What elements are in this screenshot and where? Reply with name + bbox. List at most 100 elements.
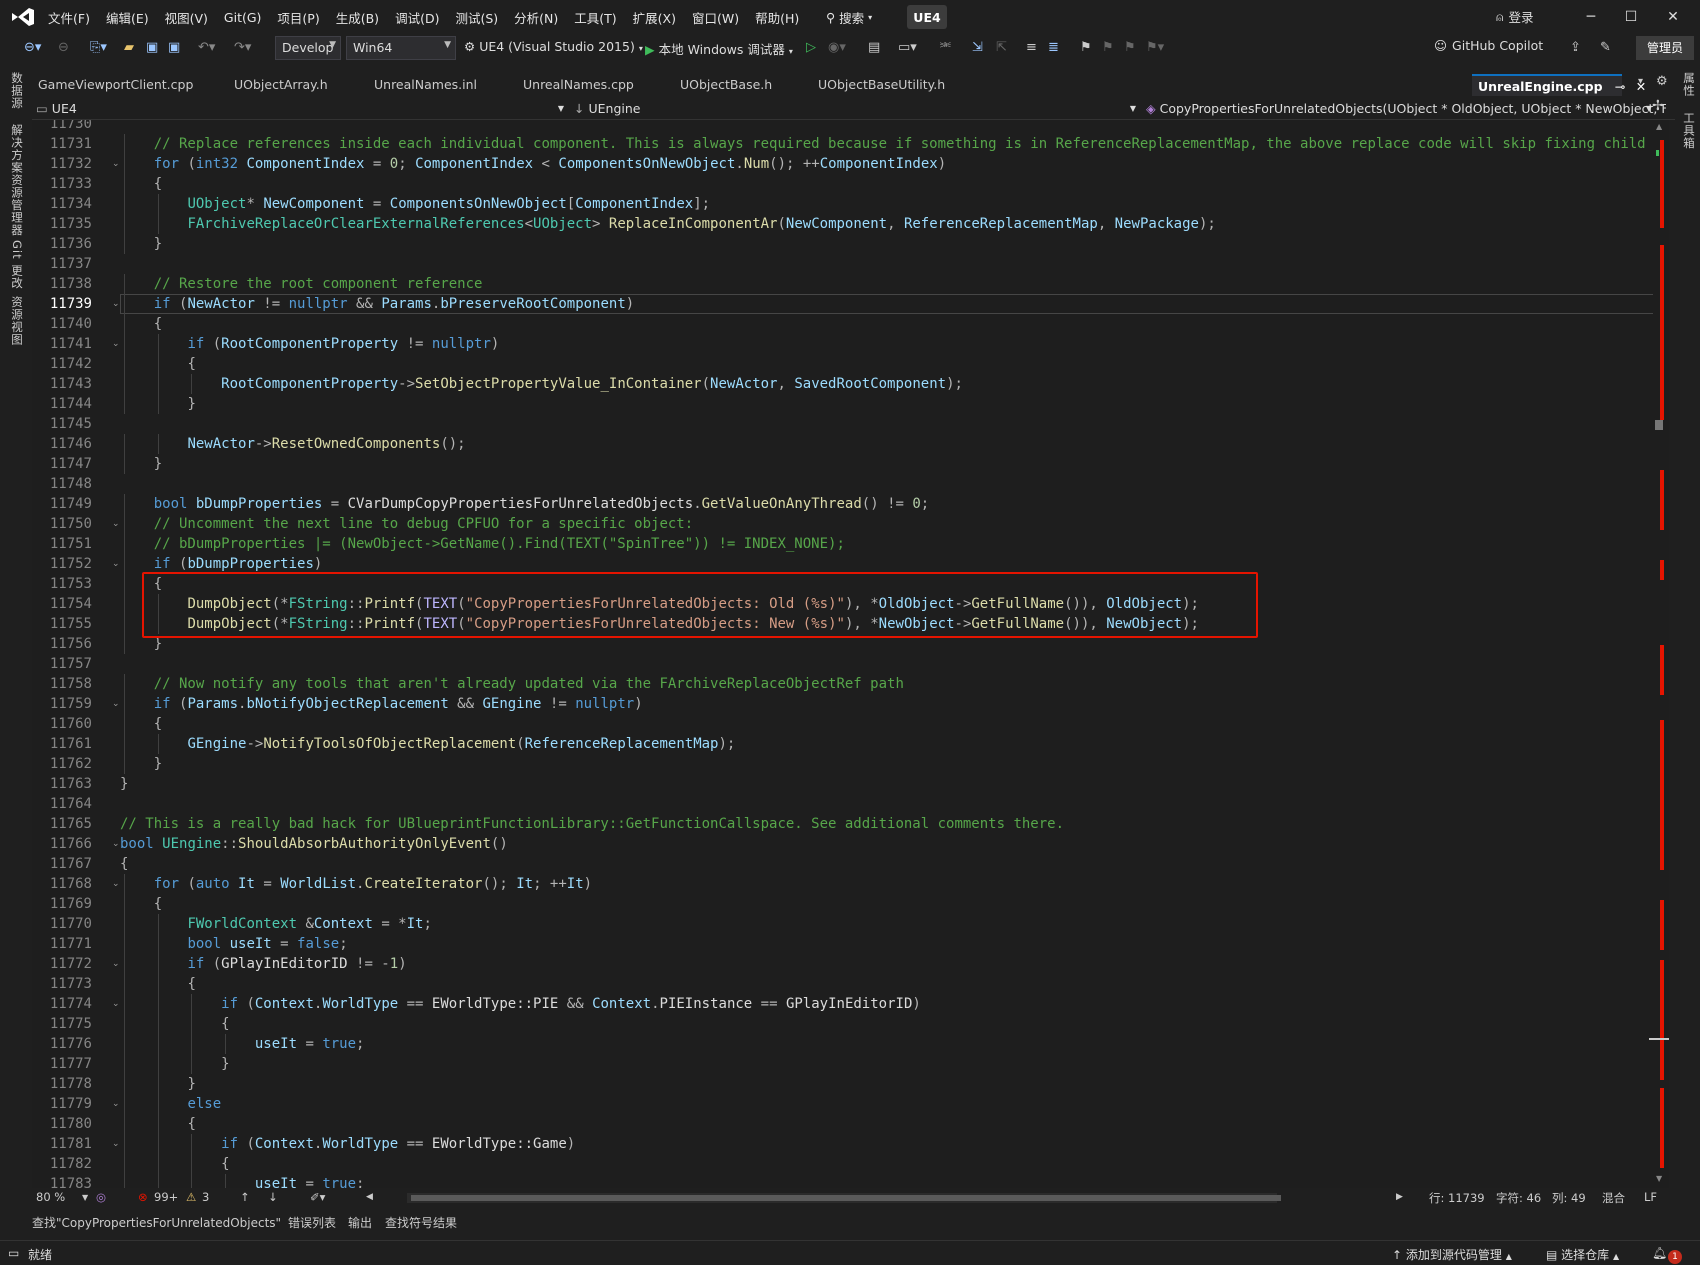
whitespace-mode[interactable]: 混合	[1602, 1190, 1625, 1206]
code-line[interactable]: // Now notify any tools that aren't alre…	[154, 674, 904, 694]
tab-output[interactable]: 输出	[348, 1214, 372, 1231]
code-line[interactable]: }	[154, 454, 162, 474]
solution-name-badge[interactable]: UE4	[907, 5, 947, 29]
back-icon[interactable]: ⊖▾	[24, 38, 41, 58]
new-project-icon[interactable]: ⎘▾	[90, 38, 107, 58]
menu-item-1[interactable]: 编辑(E)	[98, 8, 157, 27]
code-line[interactable]: }	[221, 1054, 229, 1074]
scroll-up-icon[interactable]: ▲	[1656, 122, 1662, 131]
prev-bookmark-icon[interactable]: ⚑	[1102, 38, 1114, 58]
tab-unrealnames-cpp[interactable]: UnrealNames.cpp	[517, 74, 640, 96]
git-changes-tab[interactable]: Git 更改	[9, 240, 25, 289]
code-line[interactable]: for (int32 ComponentIndex = 0; Component…	[154, 154, 946, 174]
startup-project-select[interactable]: ⚙ UE4 (Visual Studio 2015) ▾	[464, 39, 643, 54]
fold-toggle-icon[interactable]: ⌄	[112, 694, 120, 714]
data-sources-tab[interactable]: 数据源	[9, 72, 25, 110]
feedback-icon[interactable]: ✎	[1600, 38, 1611, 58]
menu-item-2[interactable]: 视图(V)	[157, 8, 216, 27]
type-scope-select[interactable]: ↓ UEngine ▼	[574, 99, 1140, 119]
code-line[interactable]: bool UEngine::ShouldAbsorbAuthorityOnlyE…	[120, 834, 508, 854]
code-line[interactable]: if (Params.bNotifyObjectReplacement && G…	[154, 694, 643, 714]
menu-item-0[interactable]: 文件(F)	[40, 8, 98, 27]
solution-explorer-tab[interactable]: 解决方案资源管理器	[9, 124, 25, 237]
cleanup-icon[interactable]: ✐▾	[310, 1190, 325, 1204]
zoom-level[interactable]: 80 %	[36, 1190, 65, 1204]
code-line[interactable]: // Replace references inside each indivi…	[154, 134, 1646, 154]
code-line[interactable]: if (Context.WorldType == EWorldType::Gam…	[221, 1134, 575, 1154]
fold-toggle-icon[interactable]: ⌄	[112, 514, 120, 534]
step-out-icon[interactable]: ⇱	[996, 38, 1007, 58]
code-line[interactable]: RootComponentProperty->SetObjectProperty…	[221, 374, 963, 394]
prev-issue-icon[interactable]: ↑	[240, 1190, 250, 1204]
code-line[interactable]: {	[154, 314, 162, 334]
undo-icon[interactable]: ↶▾	[198, 38, 215, 58]
code-line[interactable]: // Uncomment the next line to debug CPFU…	[154, 514, 693, 534]
configuration-select[interactable]: Develop ▼	[275, 36, 341, 60]
code-line[interactable]: {	[221, 1014, 229, 1034]
code-line[interactable]: useIt = true;	[255, 1034, 365, 1054]
code-line[interactable]: if (NewActor != nullptr && Params.bPrese…	[154, 294, 635, 314]
start-without-debugging-icon[interactable]: ▷	[806, 38, 816, 58]
close-button[interactable]: ✕	[1658, 6, 1688, 28]
properties-tab[interactable]: 属性	[1681, 72, 1697, 97]
menu-item-12[interactable]: 帮助(H)	[747, 8, 807, 27]
redo-icon[interactable]: ↷▾	[234, 38, 251, 58]
format-icon[interactable]: ⎃	[940, 38, 951, 58]
code-line[interactable]: }	[187, 394, 195, 414]
code-line[interactable]: FArchiveReplaceOrClearExternalReferences…	[187, 214, 1215, 234]
fold-toggle-icon[interactable]: ⌄	[112, 994, 120, 1014]
scroll-right-icon[interactable]: ▶	[1396, 1192, 1403, 1202]
toolbox-tab[interactable]: 工具箱	[1681, 112, 1697, 150]
clear-bookmarks-icon[interactable]: ⚑▾	[1146, 38, 1164, 58]
line-ending[interactable]: LF	[1644, 1190, 1657, 1204]
menu-item-3[interactable]: Git(G)	[216, 10, 270, 25]
menu-item-7[interactable]: 测试(S)	[447, 8, 506, 27]
open-folder-icon[interactable]: ▰	[124, 38, 134, 58]
fold-toggle-icon[interactable]: ⌄	[112, 294, 120, 314]
signin-button[interactable]: ⍝ 登录	[1496, 7, 1534, 26]
scroll-down-icon[interactable]: ▼	[1656, 1174, 1662, 1183]
menu-item-4[interactable]: 项目(P)	[269, 8, 327, 27]
fold-toggle-icon[interactable]: ⌄	[112, 154, 120, 174]
forward-icon[interactable]: ⊖	[58, 38, 69, 58]
code-line[interactable]: }	[154, 234, 162, 254]
code-line[interactable]: {	[120, 854, 128, 874]
step-icon[interactable]: ⇲	[972, 38, 983, 58]
menu-item-6[interactable]: 调试(D)	[387, 8, 447, 27]
fold-toggle-icon[interactable]: ⌄	[112, 874, 120, 894]
tab-overflow-icon[interactable]: ▾	[1638, 76, 1643, 87]
project-scope-select[interactable]: ▭ UE4 ▼	[36, 99, 568, 119]
tab-find-results[interactable]: 查找"CopyPropertiesForUnrelatedObjects"	[32, 1214, 281, 1231]
code-line[interactable]: }	[154, 754, 162, 774]
code-line[interactable]: // This is a really bad hack for UBluepr…	[120, 814, 1064, 834]
tab-unrealnames-inl[interactable]: UnrealNames.inl	[368, 74, 483, 96]
tab-uobjectbase[interactable]: UObjectBase.h	[674, 74, 778, 96]
code-line[interactable]: if (GPlayInEditorID != -1)	[187, 954, 406, 974]
code-line[interactable]: UObject* NewComponent = ComponentsOnNewO…	[187, 194, 710, 214]
code-line[interactable]: else	[187, 1094, 221, 1114]
tab-unrealengine-active[interactable]: UnrealEngine.cpp ⊸ ✕	[1472, 74, 1646, 96]
share-icon[interactable]: ⇪	[1570, 38, 1581, 58]
cursor-line[interactable]: 行: 11739	[1429, 1190, 1485, 1206]
cursor-char[interactable]: 字符: 46	[1496, 1190, 1541, 1206]
code-line[interactable]: }	[187, 1074, 195, 1094]
visual-studio-logo-icon[interactable]	[10, 6, 36, 28]
code-line[interactable]: if (bDumpProperties)	[154, 554, 323, 574]
code-line[interactable]: {	[221, 1154, 229, 1174]
code-line[interactable]: if (Context.WorldType == EWorldType::PIE…	[221, 994, 921, 1014]
platform-select[interactable]: Win64 ▼	[346, 36, 456, 60]
resource-view-tab[interactable]: 资源视图	[9, 296, 25, 346]
code-line[interactable]: {	[154, 894, 162, 914]
chevron-down-icon[interactable]: ▼	[82, 1193, 88, 1202]
indent-icon[interactable]: ≡	[1026, 38, 1037, 58]
bookmark-icon[interactable]: ⚑	[1080, 38, 1092, 58]
save-icon[interactable]: ▣	[146, 38, 158, 58]
code-line[interactable]: {	[187, 1114, 195, 1134]
cursor-column[interactable]: 列: 49	[1552, 1190, 1586, 1206]
code-line[interactable]: NewActor->ResetOwnedComponents();	[187, 434, 465, 454]
tab-gameviewportclient[interactable]: GameViewportClient.cpp	[32, 74, 199, 96]
code-line[interactable]: {	[187, 354, 195, 374]
minimize-button[interactable]: ─	[1576, 6, 1606, 28]
browse-icon[interactable]: ▤	[868, 38, 880, 58]
next-bookmark-icon[interactable]: ⚑	[1124, 38, 1136, 58]
